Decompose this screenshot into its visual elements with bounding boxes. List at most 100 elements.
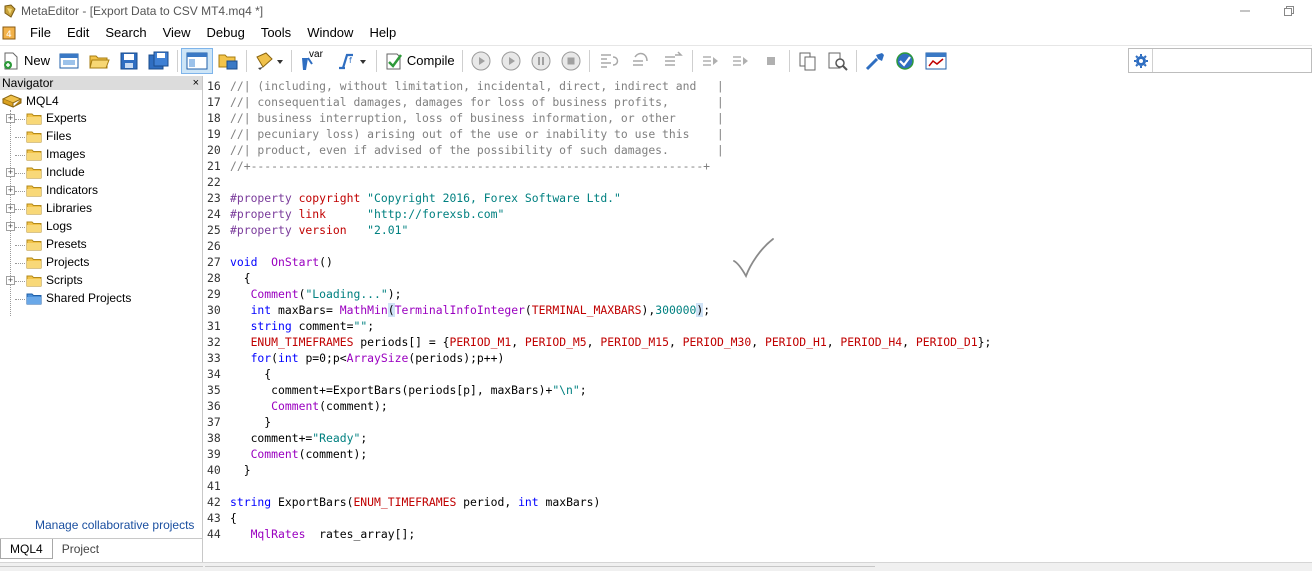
tree-item[interactable]: + Libraries — [0, 200, 200, 218]
tree-item-label: Images — [46, 147, 86, 161]
stop-debug-button[interactable] — [556, 48, 586, 74]
code-token-func: ArraySize — [346, 351, 409, 365]
compile-button[interactable]: Compile — [380, 48, 459, 74]
sync-button[interactable] — [890, 48, 920, 74]
code-line[interactable]: 16 //| (including, without limitation, in… — [205, 78, 1305, 94]
new-button[interactable]: New — [0, 48, 54, 74]
new-project-button[interactable] — [54, 48, 84, 74]
code-line[interactable]: 35 comment+=ExportBars(periods[p], maxBa… — [205, 382, 1305, 398]
terminal-button[interactable] — [920, 48, 952, 74]
search-settings-button[interactable] — [1129, 49, 1153, 72]
code-line[interactable]: 23 #property copyright "Copyright 2016, F… — [205, 190, 1305, 206]
tab-project[interactable]: Project — [53, 539, 108, 559]
code-line[interactable]: 22 — [205, 174, 1305, 190]
code-line[interactable]: 20 //| product, even if advised of the po… — [205, 142, 1305, 158]
tree-root-mql4[interactable]: MQL4 — [2, 92, 59, 110]
line-number: 26 — [207, 239, 221, 253]
search-input[interactable] — [1153, 50, 1303, 71]
menu-edit[interactable]: Edit — [59, 22, 97, 44]
code-text: comment+=ExportBars(periods[p], maxBars)… — [230, 382, 586, 398]
tab-mql4[interactable]: MQL4 — [0, 539, 53, 559]
code-line[interactable]: 44 MqlRates rates_array[]; — [205, 526, 1305, 542]
tree-item[interactable]: Shared Projects — [0, 290, 200, 308]
breakpoint-list-button[interactable] — [726, 48, 756, 74]
step-over-button[interactable] — [625, 48, 657, 74]
pause-debug-button[interactable] — [526, 48, 556, 74]
code-line[interactable]: 41 — [205, 478, 1305, 494]
tree-item[interactable]: Images — [0, 146, 200, 164]
toggle-toolbox-button[interactable] — [213, 48, 243, 74]
code-line[interactable]: 17 //| consequential damages, damages for… — [205, 94, 1305, 110]
tree-item[interactable]: + Include — [0, 164, 200, 182]
expand-plus-icon[interactable]: + — [6, 204, 15, 213]
remove-breakpoints-button[interactable] — [756, 48, 786, 74]
expand-plus-icon[interactable]: + — [6, 186, 15, 195]
code-text: #property copyright "Copyright 2016, For… — [230, 190, 621, 206]
code-editor[interactable]: 16 //| (including, without limitation, in… — [205, 76, 1312, 562]
code-line[interactable]: 40 } — [205, 462, 1305, 478]
restore-icon — [1284, 6, 1294, 16]
copy-document-button[interactable] — [793, 48, 823, 74]
menu-debug[interactable]: Debug — [199, 22, 253, 44]
tree-item[interactable]: + Indicators — [0, 182, 200, 200]
folder-icon — [26, 113, 42, 125]
tools-button[interactable] — [860, 48, 890, 74]
expand-plus-icon[interactable]: + — [6, 222, 15, 231]
tree-item[interactable]: Presets — [0, 236, 200, 254]
code-line[interactable]: 21 //+-----------------------------------… — [205, 158, 1305, 174]
code-line[interactable]: 24 #property link "http://forexsb.com" — [205, 206, 1305, 222]
tree-item[interactable]: + Scripts — [0, 272, 200, 290]
restore-button[interactable] — [1266, 0, 1312, 22]
step-out-button[interactable] — [657, 48, 689, 74]
code-line[interactable]: 29 Comment("Loading..."); — [205, 286, 1305, 302]
code-line[interactable]: 30 int maxBars= MathMin(TerminalInfoInte… — [205, 302, 1305, 318]
minimize-button[interactable] — [1222, 0, 1268, 22]
expand-plus-icon[interactable]: + — [6, 114, 15, 123]
code-token-text: maxBars= — [271, 303, 340, 317]
code-line[interactable]: 32 ENUM_TIMEFRAMES periods[] = {PERIOD_M… — [205, 334, 1305, 350]
manage-collaborative-projects-link[interactable]: Manage collaborative projects — [35, 518, 194, 532]
code-line[interactable]: 38 comment+="Ready"; — [205, 430, 1305, 446]
tree-item[interactable]: Files — [0, 128, 200, 146]
save-all-button[interactable] — [144, 48, 174, 74]
menu-help[interactable]: Help — [361, 22, 404, 44]
code-line[interactable]: 42 string ExportBars(ENUM_TIMEFRAMES peri… — [205, 494, 1305, 510]
code-line[interactable]: 18 //| business interruption, loss of bus… — [205, 110, 1305, 126]
code-token-propname: copyright — [298, 191, 368, 205]
code-token-text: { — [230, 271, 251, 285]
code-line[interactable]: 33 for(int p=0;p<ArraySize(periods);p++) — [205, 350, 1305, 366]
start-on-history-button[interactable] — [466, 48, 496, 74]
breakpoint-forward-button[interactable] — [696, 48, 726, 74]
code-line[interactable]: 36 Comment(comment); — [205, 398, 1305, 414]
code-line[interactable]: 37 } — [205, 414, 1305, 430]
save-button[interactable] — [114, 48, 144, 74]
code-line[interactable]: 31 string comment=""; — [205, 318, 1305, 334]
code-line[interactable]: 25 #property version "2.01" — [205, 222, 1305, 238]
menu-view[interactable]: View — [155, 22, 199, 44]
tree-item[interactable]: + Logs — [0, 218, 200, 236]
open-button[interactable] — [84, 48, 114, 74]
navigator-close-button[interactable]: × — [193, 77, 199, 89]
toggle-navigator-button[interactable] — [181, 47, 214, 74]
styler-dropdown-button[interactable] — [250, 48, 288, 74]
menu-file[interactable]: File — [22, 22, 59, 44]
code-line[interactable]: 19 //| pecuniary loss) arising out of the… — [205, 126, 1305, 142]
menu-tools[interactable]: Tools — [253, 22, 299, 44]
expand-plus-icon[interactable]: + — [6, 276, 15, 285]
document-window-icon[interactable]: 4 — [2, 26, 16, 40]
line-number: 29 — [207, 287, 221, 301]
find-in-files-button[interactable] — [823, 48, 853, 74]
menu-search[interactable]: Search — [97, 22, 154, 44]
start-debug-button[interactable] — [496, 48, 526, 74]
code-line[interactable]: 39 Comment(comment); — [205, 446, 1305, 462]
tree-connector — [15, 155, 25, 156]
code-line[interactable]: 34 { — [205, 366, 1305, 382]
code-line[interactable]: 43 { — [205, 510, 1305, 526]
code-text: Comment(comment); — [230, 446, 368, 462]
insert-function-button[interactable]: f — [331, 48, 373, 74]
menu-window[interactable]: Window — [299, 22, 361, 44]
step-into-button[interactable] — [593, 48, 625, 74]
tree-item[interactable]: Projects — [0, 254, 200, 272]
expand-plus-icon[interactable]: + — [6, 168, 15, 177]
tree-item[interactable]: + Experts — [0, 110, 200, 128]
